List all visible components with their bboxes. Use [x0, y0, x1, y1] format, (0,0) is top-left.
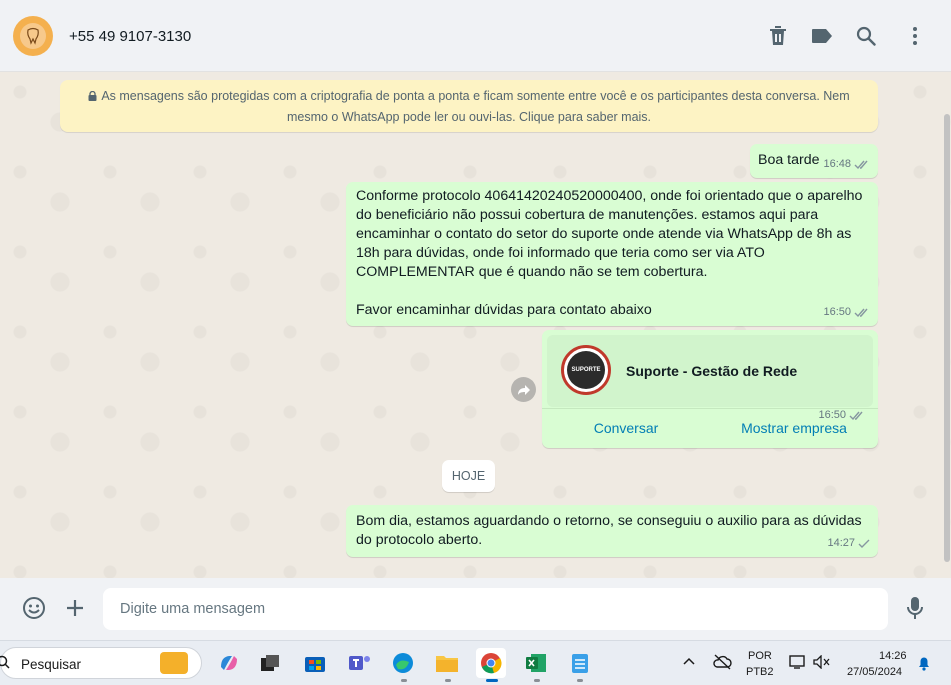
app-indicator — [445, 679, 451, 682]
menu-icon[interactable] — [903, 24, 927, 48]
file-explorer-icon[interactable] — [432, 648, 462, 678]
contact-card[interactable]: SUPORTE Suporte - Gestão de Rede 16:50 — [547, 335, 873, 421]
edge-icon[interactable] — [388, 648, 418, 678]
language-line1[interactable]: POR — [748, 650, 772, 662]
double-check-icon — [854, 308, 868, 318]
scrollbar-thumb[interactable] — [944, 114, 950, 562]
business-avatar: SUPORTE — [561, 345, 611, 395]
message-time: 16:48 — [823, 158, 851, 170]
network-icon[interactable] — [789, 654, 807, 670]
chrome-icon[interactable] — [476, 648, 506, 678]
app-indicator — [534, 679, 540, 682]
date-divider: HOJE — [442, 460, 495, 492]
forward-icon[interactable] — [511, 377, 536, 402]
app-indicator — [577, 679, 583, 682]
language-line2[interactable]: PTB2 — [746, 666, 774, 678]
encryption-text-line2: mesmo o WhatsApp pode ler ou ouvi-las. C… — [286, 110, 652, 124]
message-bubble[interactable]: Conforme protocolo 40641420240520000400,… — [346, 182, 878, 326]
message-text: Bom dia, estamos aguardando o retorno, s… — [356, 513, 862, 548]
message-bubble[interactable]: Bom dia, estamos aguardando o retorno, s… — [346, 505, 878, 557]
notification-bell-icon[interactable] — [917, 655, 931, 671]
conversar-button[interactable]: Conversar — [542, 409, 710, 448]
emoji-icon[interactable] — [21, 595, 47, 621]
mostrar-empresa-button[interactable]: Mostrar empresa — [710, 409, 878, 448]
encryption-text-line1: As mensagens são protegidas com a cripto… — [101, 89, 850, 103]
label-icon[interactable] — [810, 24, 834, 48]
teams-icon[interactable] — [345, 648, 375, 678]
speaker-muted-icon[interactable] — [813, 655, 831, 669]
message-time: 16:50 — [823, 306, 851, 318]
lock-icon — [88, 90, 97, 101]
message-meta: 16:50 — [823, 303, 870, 322]
contact-card-actions: Conversar Mostrar empresa — [542, 408, 878, 448]
chat-header: +55 49 9107-3130 — [0, 0, 951, 72]
clock-date[interactable]: 27/05/2024 — [847, 666, 902, 678]
search-icon[interactable] — [854, 24, 878, 48]
message-bubble[interactable]: Boa tarde 16:48 — [750, 144, 878, 178]
task-view-icon[interactable] — [255, 648, 285, 678]
business-logo-text: SUPORTE — [567, 351, 605, 389]
app-indicator — [401, 679, 407, 682]
message-input[interactable] — [103, 588, 888, 630]
cloud-offline-icon[interactable] — [712, 654, 732, 670]
business-name: Suporte - Gestão de Rede — [626, 363, 798, 379]
encryption-notice[interactable]: As mensagens são protegidas com a cripto… — [60, 80, 878, 132]
excel-icon[interactable] — [521, 648, 551, 678]
notepad-icon[interactable] — [565, 648, 595, 678]
attach-plus-icon[interactable] — [62, 595, 88, 621]
microsoft-store-icon[interactable] — [300, 648, 330, 678]
app-indicator-active — [486, 679, 498, 682]
message-meta: 16:48 — [823, 155, 870, 174]
copilot-icon[interactable] — [214, 648, 244, 678]
message-text: Boa tarde — [758, 152, 820, 168]
double-check-icon — [854, 160, 868, 170]
message-text: Conforme protocolo 40641420240520000400,… — [356, 188, 863, 318]
search-icon — [0, 655, 10, 669]
contact-card-message[interactable]: SUPORTE Suporte - Gestão de Rede 16:50 C… — [542, 330, 878, 448]
taskbar-search-label: Pesquisar — [21, 657, 82, 672]
briefcase-icon[interactable] — [160, 652, 188, 674]
chat-scrollbar[interactable] — [944, 72, 950, 562]
message-time: 14:27 — [827, 537, 855, 549]
chevron-up-icon[interactable] — [683, 657, 695, 665]
message-meta: 14:27 — [827, 534, 870, 553]
microphone-icon[interactable] — [902, 595, 928, 621]
clock-time[interactable]: 14:26 — [879, 650, 907, 662]
single-check-icon — [858, 539, 870, 548]
delete-icon[interactable] — [766, 24, 790, 48]
tooth-logo-icon — [20, 23, 46, 49]
contact-name[interactable]: +55 49 9107-3130 — [69, 28, 191, 45]
contact-avatar[interactable] — [13, 16, 53, 56]
